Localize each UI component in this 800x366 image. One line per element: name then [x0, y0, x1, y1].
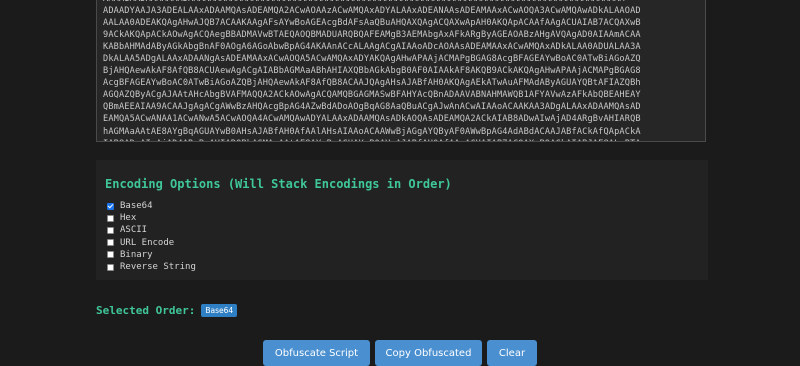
option-label: Base64 — [120, 201, 153, 212]
encoding-options-title: Encoding Options (Will Stack Encodings i… — [105, 177, 452, 191]
option-reverse-string[interactable]: Reverse String — [107, 261, 196, 273]
option-url-encode[interactable]: URL Encode — [107, 237, 196, 249]
option-label: URL Encode — [120, 237, 175, 248]
option-label: ASCII — [120, 225, 148, 236]
ascii-checkbox[interactable] — [107, 226, 114, 234]
option-label: Hex — [120, 213, 137, 224]
option-label: Binary — [120, 249, 153, 260]
encoding-options-panel: Encoding Options (Will Stack Encodings i… — [96, 160, 708, 280]
option-hex[interactable]: Hex — [107, 212, 196, 224]
obfuscated-output-textarea[interactable]: AAAAIAADAAAAAAADAAAAAAAAAAAAAAAAAAAAAAAA… — [96, 0, 706, 142]
binary-checkbox[interactable] — [107, 251, 114, 259]
selected-order-row: Selected Order: Base64 — [96, 304, 238, 317]
obfuscated-output-text: AAAAIAADAAAAAAADAAAAAAAAAAAAAAAAAAAAAAAA… — [103, 0, 641, 141]
option-binary[interactable]: Binary — [107, 249, 196, 261]
reverse-string-checkbox[interactable] — [107, 263, 114, 271]
hex-checkbox[interactable] — [107, 214, 114, 222]
url-encode-checkbox[interactable] — [107, 239, 114, 247]
option-label: Reverse String — [120, 262, 196, 273]
base64-checkbox[interactable] — [107, 202, 114, 210]
selected-encoding-badge: Base64 — [201, 304, 238, 317]
option-base64[interactable]: Base64 — [107, 200, 196, 212]
copy-obfuscated-button[interactable]: Copy Obfuscated — [375, 340, 482, 366]
option-ascii[interactable]: ASCII — [107, 224, 196, 236]
clear-button[interactable]: Clear — [487, 340, 537, 366]
selected-order-label: Selected Order: — [96, 304, 196, 317]
obfuscate-script-button[interactable]: Obfuscate Script — [263, 340, 370, 366]
action-buttons: Obfuscate Script Copy Obfuscated Clear — [263, 340, 542, 366]
encoding-options-list: Base64 Hex ASCII URL Encode Binary Rever… — [107, 200, 196, 273]
